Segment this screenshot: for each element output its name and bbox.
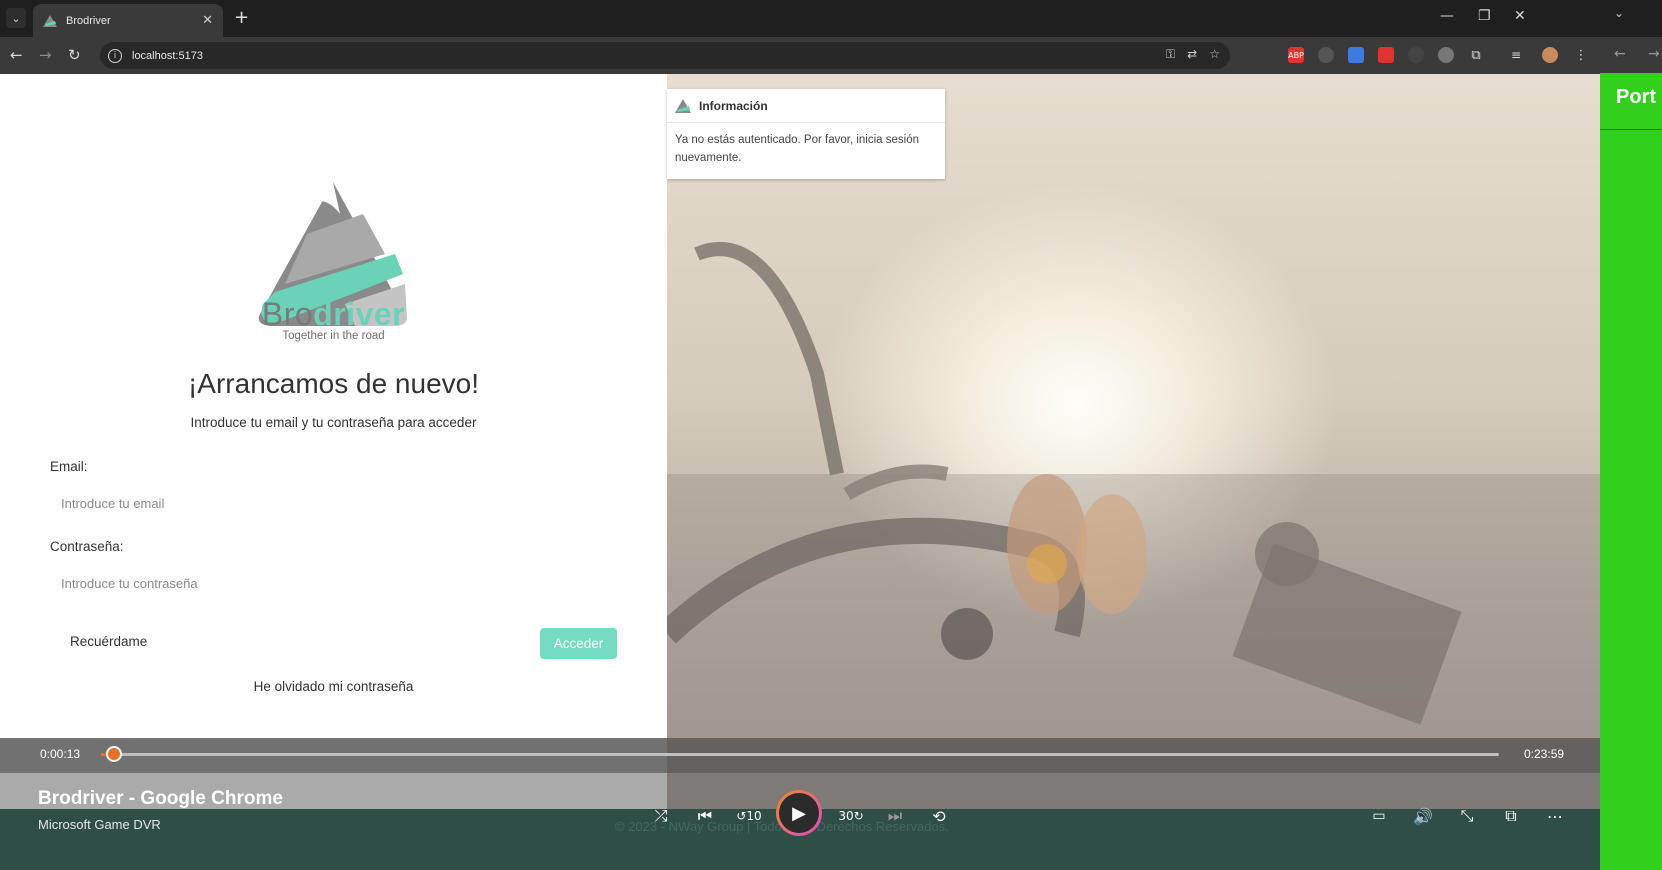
reload-icon[interactable]: ↻ (68, 46, 81, 64)
back-icon[interactable]: ← (10, 46, 23, 64)
mini-player-icon[interactable]: ⧉ (1498, 803, 1524, 829)
total-duration: 0:23:59 (1524, 747, 1565, 761)
extension-icon[interactable] (1378, 47, 1394, 63)
more-options-icon[interactable]: ⋯ (1542, 803, 1568, 829)
forward-icon[interactable]: → (39, 46, 52, 64)
translate-icon[interactable]: ⇄ (1187, 47, 1197, 62)
tab-brodriver[interactable]: Brodriver ✕ (33, 4, 223, 37)
play-button[interactable]: ▶ (776, 790, 822, 836)
dvr-source: Microsoft Game DVR (38, 817, 161, 832)
new-tab-icon[interactable]: + (234, 7, 249, 28)
back-icon[interactable]: ← (1614, 46, 1626, 62)
page-subtitle: Introduce tu email y tu contraseña para … (190, 415, 477, 430)
volume-icon[interactable]: 🔊 (1410, 803, 1436, 829)
tab-strip: ⌄ Brodriver ✕ + — ❐ ✕ (0, 0, 1600, 37)
subtitles-icon[interactable]: ▭ (1366, 803, 1392, 829)
brand-tagline: Together in the road (282, 330, 385, 342)
site-info-icon[interactable]: i (108, 48, 122, 63)
bookmark-star-icon[interactable]: ☆ (1209, 47, 1220, 62)
password-field[interactable] (50, 566, 618, 600)
chevron-down-icon[interactable]: ⌄ (1614, 6, 1624, 20)
browser-window: ⌄ Brodriver ✕ + — ❐ ✕ ← → ↻ i localhost:… (0, 0, 1600, 870)
dvr-title: Brodriver - Google Chrome (38, 788, 283, 809)
remember-me-checkbox[interactable]: Recuérdame (70, 634, 147, 649)
extension-icon[interactable] (1348, 47, 1364, 63)
seek-track[interactable] (101, 753, 1499, 756)
email-field[interactable] (50, 486, 618, 520)
url-text: localhost:5173 (132, 49, 203, 62)
shuffle-icon[interactable]: ⤮ (648, 803, 674, 829)
previous-icon[interactable]: ⏮ (692, 803, 718, 829)
profile-avatar[interactable] (1542, 47, 1558, 63)
login-button[interactable]: Acceder (540, 628, 617, 659)
adjacent-tabstrip: ⌄ (1600, 0, 1662, 37)
toast-message: Ya no estás autenticado. Por favor, inic… (675, 134, 919, 164)
extensions-puzzle-icon[interactable]: ⧉ (1468, 47, 1484, 63)
browser-toolbar: ← → ↻ i localhost:5173 ⚿ ⇄ ☆ ABP ⧉ ≡ ⋮ (0, 37, 1600, 74)
toast-header: Información (667, 89, 945, 123)
media-control-icon[interactable]: ≡ (1508, 47, 1524, 63)
tab-close-icon[interactable]: ✕ (202, 13, 213, 28)
restore-icon[interactable]: ❐ (1478, 8, 1491, 24)
elapsed-time: 0:00:13 (40, 747, 81, 761)
adjacent-page-title: Port (1616, 86, 1656, 108)
brodriver-toast-icon (675, 98, 691, 113)
divider (1600, 129, 1662, 130)
next-icon[interactable]: ⏭ (882, 803, 908, 829)
adjacent-toolbar: ← → (1600, 37, 1662, 73)
repeat-icon[interactable]: ⟲ (926, 803, 952, 829)
password-label: Contraseña: (50, 539, 124, 554)
close-window-icon[interactable]: ✕ (1514, 8, 1526, 24)
toast-title: Información (699, 98, 768, 113)
skip-forward-30-icon[interactable]: 30↻ (838, 803, 864, 829)
tab-title: Brodriver (66, 14, 111, 27)
brodriver-favicon-icon (43, 14, 57, 27)
page-title: ¡Arrancamos de nuevo! (187, 368, 480, 399)
more-menu-icon[interactable]: ⋮ (1573, 47, 1589, 63)
address-bar[interactable]: i localhost:5173 ⚿ ⇄ ☆ (100, 42, 1230, 69)
info-toast: Información Ya no estás autenticado. Por… (667, 89, 945, 179)
tab-search-icon[interactable]: ⌄ (6, 8, 26, 28)
email-label: Email: (50, 459, 88, 474)
adjacent-window: ⌄ ← → Port (1600, 0, 1662, 870)
forgot-password-link[interactable]: He olvidado mi contraseña (0, 679, 667, 694)
password-key-icon[interactable]: ⚿ (1166, 47, 1175, 62)
adblock-extension-icon[interactable]: ABP (1288, 47, 1304, 63)
play-icon: ▶ (779, 793, 819, 833)
brand-name: Brodriver (261, 296, 406, 332)
screen: ⌄ Brodriver ✕ + — ❐ ✕ ← → ↻ i localhost:… (0, 0, 1662, 870)
minimize-icon[interactable]: — (1440, 8, 1454, 24)
seek-handle[interactable] (105, 746, 122, 762)
forward-icon[interactable]: → (1648, 46, 1660, 62)
extension-icon[interactable] (1408, 47, 1424, 63)
exit-fullscreen-icon[interactable]: ⤡ (1454, 803, 1480, 829)
extension-icon[interactable] (1438, 47, 1454, 63)
skip-back-10-icon[interactable]: ↺10 (736, 803, 762, 829)
extension-icon[interactable] (1318, 47, 1334, 63)
